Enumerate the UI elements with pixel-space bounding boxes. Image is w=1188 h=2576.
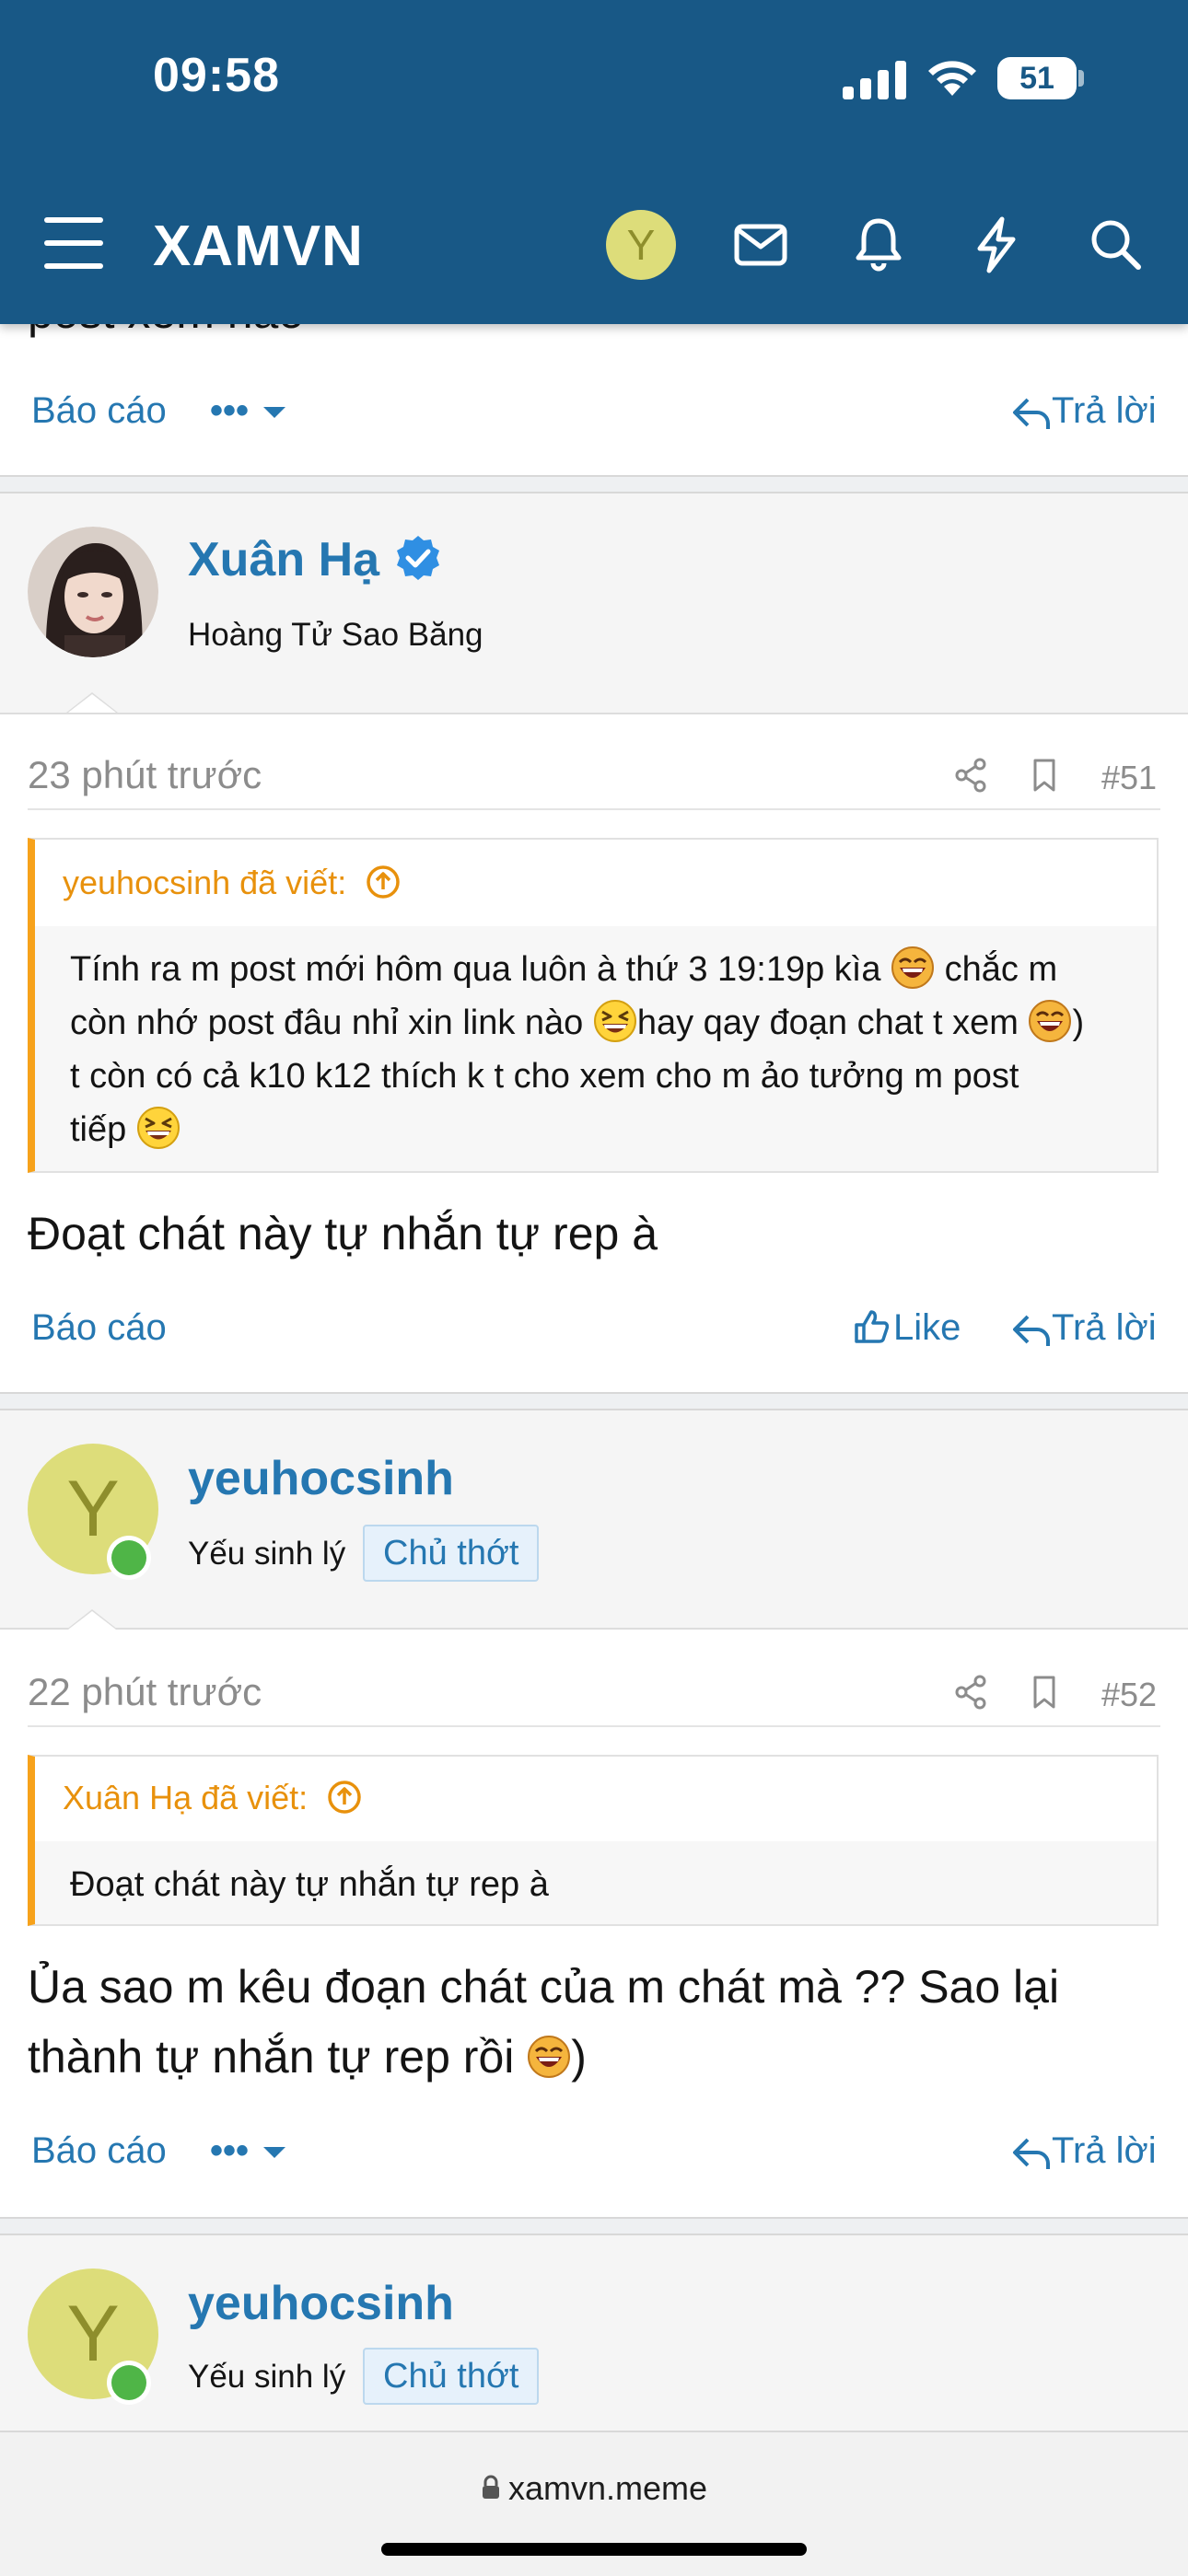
quote-author[interactable]: yeuhocsinh đã viết:	[63, 864, 402, 903]
quote-text: Đoạt chát này tự nhắn tự rep à	[70, 1865, 549, 1904]
report-button[interactable]: Báo cáo	[31, 2130, 167, 2172]
like-icon	[855, 1310, 890, 1344]
post-number[interactable]: #52	[1101, 1676, 1157, 1714]
cellular-signal-icon	[843, 61, 906, 99]
battery-indicator: 51	[997, 57, 1077, 99]
post-user-header	[0, 493, 1188, 714]
quote-line: Tính ra m post mới hôm qua luôn à thứ 3 …	[70, 943, 1157, 996]
reply-button[interactable]: Trả lời	[1011, 1307, 1157, 1349]
online-status-icon	[107, 1536, 151, 1580]
menu-icon[interactable]	[44, 217, 103, 269]
quote-line: t còn có cả k10 k12 thích k t cho xem ch…	[70, 1057, 1019, 1096]
report-button[interactable]: Báo cáo	[31, 390, 167, 432]
thread-starter-badge: Chủ thớt	[363, 2348, 540, 2405]
arrow-up-circle-icon[interactable]	[326, 1779, 363, 1816]
user-title: Yếu sinh lý	[188, 1536, 346, 1572]
quote-text: Tính ra m post mới hôm qua luôn à thứ 3 …	[70, 943, 1157, 1156]
user-title: Hoàng Tử Sao Băng	[188, 617, 483, 653]
bookmark-icon[interactable]	[1026, 1674, 1063, 1711]
account-avatar[interactable]: Y	[606, 210, 676, 280]
reply-button[interactable]: Trả lời	[1011, 390, 1157, 432]
post-message: Ủa sao m kêu đoạn chát của m chát mà ?? …	[28, 1952, 1170, 2092]
battery-tip	[1078, 70, 1084, 87]
battery-level: 51	[1019, 61, 1054, 96]
reply-icon	[1013, 399, 1050, 430]
post-separator	[0, 2217, 1188, 2235]
laugh-emoji	[891, 946, 935, 989]
post-pointer	[66, 692, 118, 713]
bookmark-icon[interactable]	[1026, 757, 1063, 794]
wifi-icon	[928, 61, 976, 96]
meta-divider	[28, 808, 1160, 810]
site-logo[interactable]: XAMVN	[153, 214, 364, 279]
username[interactable]: yeuhocsinh	[188, 2276, 454, 2331]
post-message: Đoạt chát này tự nhắn tự rep à	[28, 1208, 658, 1259]
arrow-up-circle-icon[interactable]	[365, 864, 402, 900]
thread-starter-badge: Chủ thớt	[363, 1525, 540, 1582]
quote-line: còn nhớ post đâu nhỉ xin link nào hay qa…	[70, 996, 1157, 1050]
online-status-icon	[107, 2361, 151, 2405]
more-options-button[interactable]: •••	[210, 390, 286, 432]
top-navigation-bar: 09:58 51 XAMVN Y	[0, 0, 1188, 324]
mail-icon[interactable]	[728, 212, 794, 278]
message-line: Ủa sao m kêu đoạn chát của m chát mà ?? …	[28, 1961, 1060, 2013]
report-button[interactable]: Báo cáo	[31, 1307, 167, 1349]
search-icon[interactable]	[1083, 212, 1149, 278]
quote-line: tiếp	[70, 1103, 1157, 1156]
laugh-emoji	[528, 2035, 571, 2078]
quote-block: yeuhocsinh đã viết: Tính ra m post mới h…	[28, 838, 1159, 1173]
grin-squint-emoji	[136, 1106, 180, 1149]
url-display[interactable]: xamvn.meme	[0, 2469, 1188, 2508]
meta-divider	[28, 1725, 1160, 1727]
post-time[interactable]: 22 phút trước	[28, 1670, 262, 1714]
reply-button[interactable]: Trả lời	[1011, 2130, 1157, 2172]
bell-icon[interactable]	[845, 212, 912, 278]
more-options-button[interactable]: •••	[210, 2130, 286, 2172]
username[interactable]: yeuhocsinh	[188, 1451, 454, 1506]
laugh-emoji	[1029, 999, 1072, 1042]
post-user-header	[0, 2235, 1188, 2458]
verified-icon	[396, 536, 439, 581]
share-icon[interactable]	[952, 1674, 989, 1711]
bolt-icon[interactable]	[963, 212, 1030, 278]
chevron-down-icon	[263, 407, 286, 419]
quote-author[interactable]: Xuân Hạ đã viết:	[63, 1779, 363, 1818]
message-line: thành tự nhắn tự rep rồi )	[28, 2031, 587, 2083]
like-button[interactable]: Like	[853, 1307, 961, 1349]
status-time: 09:58	[153, 49, 280, 102]
user-avatar-photo[interactable]	[28, 527, 158, 657]
share-icon[interactable]	[952, 757, 989, 794]
reply-icon	[1013, 2139, 1050, 2170]
post-number[interactable]: #51	[1101, 759, 1157, 797]
chevron-down-icon	[263, 2147, 286, 2159]
home-indicator[interactable]	[381, 2543, 807, 2556]
username[interactable]: Xuân Hạ	[188, 532, 443, 587]
post-pointer	[66, 1609, 118, 1630]
user-title: Yếu sinh lý	[188, 2359, 346, 2395]
browser-address-bar[interactable]: xamvn.meme	[0, 2431, 1188, 2576]
lock-icon	[482, 2476, 499, 2500]
reply-icon	[1013, 1316, 1050, 1347]
post-user-header	[0, 1410, 1188, 1630]
post-separator	[0, 475, 1188, 493]
post-separator	[0, 1392, 1188, 1410]
grin-squint-emoji	[593, 999, 636, 1042]
post-time[interactable]: 23 phút trước	[28, 753, 262, 797]
quote-block: Xuân Hạ đã viết: Đoạt chát này tự nhắn t…	[28, 1755, 1159, 1926]
